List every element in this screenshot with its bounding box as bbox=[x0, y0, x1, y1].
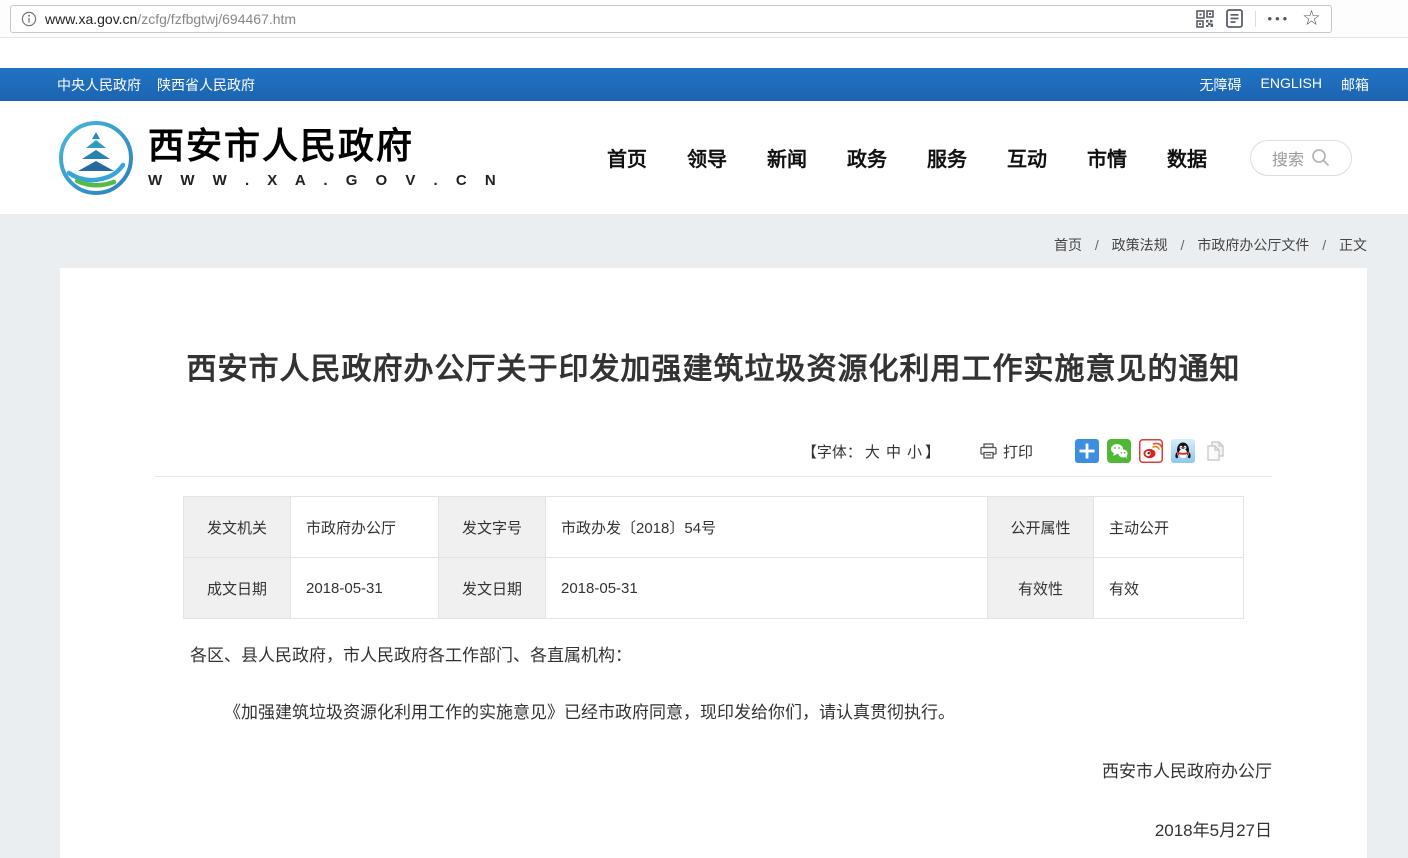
share-icons bbox=[1075, 439, 1227, 463]
meta-label: 发文字号 bbox=[439, 497, 546, 558]
reader-mode-icon[interactable] bbox=[1226, 9, 1243, 28]
nav-item-affairs[interactable]: 政务 bbox=[847, 143, 887, 172]
url-path: /zcfg/fzfbgtwj/694467.htm bbox=[137, 11, 296, 27]
page-background: 首页 / 政策法规 / 市政府办公厅文件 / 正文 西安市人民政府办公厅关于印发… bbox=[0, 214, 1408, 858]
nav-item-news[interactable]: 新闻 bbox=[767, 143, 807, 172]
site-domain: W W W . X A . G O V . C N bbox=[148, 172, 503, 189]
address-bar-separator bbox=[1255, 11, 1256, 27]
site-header: 西安市人民政府 W W W . X A . G O V . C N 首页 领导 … bbox=[0, 101, 1408, 214]
address-bar[interactable]: www.xa.gov.cn/zcfg/fzfbgtwj/694467.htm •… bbox=[10, 5, 1332, 33]
meta-label: 有效性 bbox=[988, 558, 1094, 619]
nav-item-interact[interactable]: 互动 bbox=[1007, 143, 1047, 172]
article-paragraph: 《加强建筑垃圾资源化利用工作的实施意见》已经市政府同意，现印发给你们，请认真贯彻… bbox=[190, 702, 1272, 723]
article-date: 2018年5月27日 bbox=[155, 820, 1272, 841]
meta-label: 发文机关 bbox=[184, 497, 291, 558]
print-button[interactable]: 打印 bbox=[980, 441, 1033, 462]
nav-item-services[interactable]: 服务 bbox=[927, 143, 967, 172]
meta-label: 发文日期 bbox=[439, 558, 546, 619]
share-plus-icon[interactable] bbox=[1075, 439, 1099, 463]
copy-icon[interactable] bbox=[1203, 439, 1227, 463]
article-title: 西安市人民政府办公厅关于印发加强建筑垃圾资源化利用工作实施意见的通知 bbox=[60, 268, 1367, 388]
print-label: 打印 bbox=[1003, 441, 1033, 462]
meta-row: 成文日期 2018-05-31 发文日期 2018-05-31 有效性 有效 bbox=[184, 558, 1244, 619]
meta-value: 市政府办公厅 bbox=[291, 497, 439, 558]
font-label-prefix: 【字体： bbox=[802, 444, 862, 461]
meta-value: 市政办发〔2018〕54号 bbox=[546, 497, 988, 558]
meta-row: 发文机关 市政府办公厅 发文字号 市政办发〔2018〕54号 公开属性 主动公开 bbox=[184, 497, 1244, 558]
document-meta-table: 发文机关 市政府办公厅 发文字号 市政办发〔2018〕54号 公开属性 主动公开… bbox=[183, 496, 1244, 619]
font-size-medium[interactable]: 中 bbox=[886, 444, 901, 461]
breadcrumb-policies[interactable]: 政策法规 bbox=[1112, 237, 1168, 253]
main-nav: 首页 领导 新闻 政务 服务 互动 市情 数据 bbox=[607, 143, 1207, 172]
qr-code-icon[interactable] bbox=[1196, 10, 1214, 28]
meta-value: 2018-05-31 bbox=[291, 558, 439, 619]
meta-value: 有效 bbox=[1094, 558, 1244, 619]
page-top-margin bbox=[0, 38, 1408, 68]
nav-item-home[interactable]: 首页 bbox=[607, 143, 647, 172]
bookmark-star-icon[interactable]: ☆ bbox=[1302, 8, 1321, 29]
article-toolbar: 【字体：大中小】 打印 bbox=[60, 438, 1227, 464]
font-label-suffix: 】 bbox=[925, 444, 940, 461]
weibo-icon[interactable] bbox=[1139, 439, 1163, 463]
breadcrumb-office-documents[interactable]: 市政府办公厅文件 bbox=[1197, 237, 1309, 253]
info-icon[interactable] bbox=[21, 11, 37, 27]
breadcrumb-current: 正文 bbox=[1339, 237, 1367, 253]
article-body: 各区、县人民政府，市人民政府各工作部门、各直属机构： 《加强建筑垃圾资源化利用工… bbox=[60, 645, 1367, 841]
font-size-small[interactable]: 小 bbox=[907, 444, 922, 461]
topbar-link-shaanxi-gov[interactable]: 陕西省人民政府 bbox=[157, 75, 255, 95]
article-card: 西安市人民政府办公厅关于印发加强建筑垃圾资源化利用工作实施意见的通知 【字体：大… bbox=[60, 268, 1367, 858]
topbar-link-mailbox[interactable]: 邮箱 bbox=[1341, 75, 1369, 95]
meta-value: 2018-05-31 bbox=[546, 558, 988, 619]
article-signature: 西安市人民政府办公厅 bbox=[155, 761, 1272, 782]
printer-icon bbox=[980, 443, 997, 459]
font-size-control: 【字体：大中小】 bbox=[802, 441, 940, 462]
xa-gov-logo-icon[interactable] bbox=[57, 119, 135, 197]
article-paragraph: 各区、县人民政府，市人民政府各工作部门、各直属机构： bbox=[190, 645, 1272, 666]
site-brand[interactable]: 西安市人民政府 W W W . X A . G O V . C N bbox=[148, 126, 503, 189]
url-text: www.xa.gov.cn/zcfg/fzfbgtwj/694467.htm bbox=[45, 11, 296, 27]
meta-label: 成文日期 bbox=[184, 558, 291, 619]
nav-item-city[interactable]: 市情 bbox=[1087, 143, 1127, 172]
url-host: www.xa.gov.cn bbox=[45, 11, 137, 27]
nav-item-data[interactable]: 数据 bbox=[1167, 143, 1207, 172]
font-size-large[interactable]: 大 bbox=[865, 444, 880, 461]
search-icon bbox=[1311, 148, 1330, 167]
breadcrumb-separator: / bbox=[1095, 237, 1099, 253]
more-options-icon[interactable]: ••• bbox=[1268, 11, 1291, 26]
breadcrumb: 首页 / 政策法规 / 市政府办公厅文件 / 正文 bbox=[60, 214, 1367, 268]
gov-links-bar: 中央人民政府 陕西省人民政府 无障碍 ENGLISH 邮箱 bbox=[0, 68, 1408, 101]
browser-chrome: www.xa.gov.cn/zcfg/fzfbgtwj/694467.htm •… bbox=[0, 0, 1408, 38]
meta-label: 公开属性 bbox=[988, 497, 1094, 558]
site-name: 西安市人民政府 bbox=[148, 126, 503, 166]
topbar-link-central-gov[interactable]: 中央人民政府 bbox=[57, 75, 141, 95]
wechat-icon[interactable] bbox=[1107, 439, 1131, 463]
topbar-link-accessibility[interactable]: 无障碍 bbox=[1200, 75, 1242, 95]
breadcrumb-home[interactable]: 首页 bbox=[1054, 237, 1082, 253]
search-box[interactable]: 搜索 bbox=[1250, 140, 1352, 176]
breadcrumb-separator: / bbox=[1322, 237, 1326, 253]
breadcrumb-separator: / bbox=[1181, 237, 1185, 253]
topbar-link-english[interactable]: ENGLISH bbox=[1261, 75, 1322, 95]
nav-item-leaders[interactable]: 领导 bbox=[687, 143, 727, 172]
meta-value: 主动公开 bbox=[1094, 497, 1244, 558]
search-label: 搜索 bbox=[1272, 146, 1304, 170]
qq-icon[interactable] bbox=[1171, 439, 1195, 463]
toolbar-divider bbox=[155, 476, 1272, 477]
